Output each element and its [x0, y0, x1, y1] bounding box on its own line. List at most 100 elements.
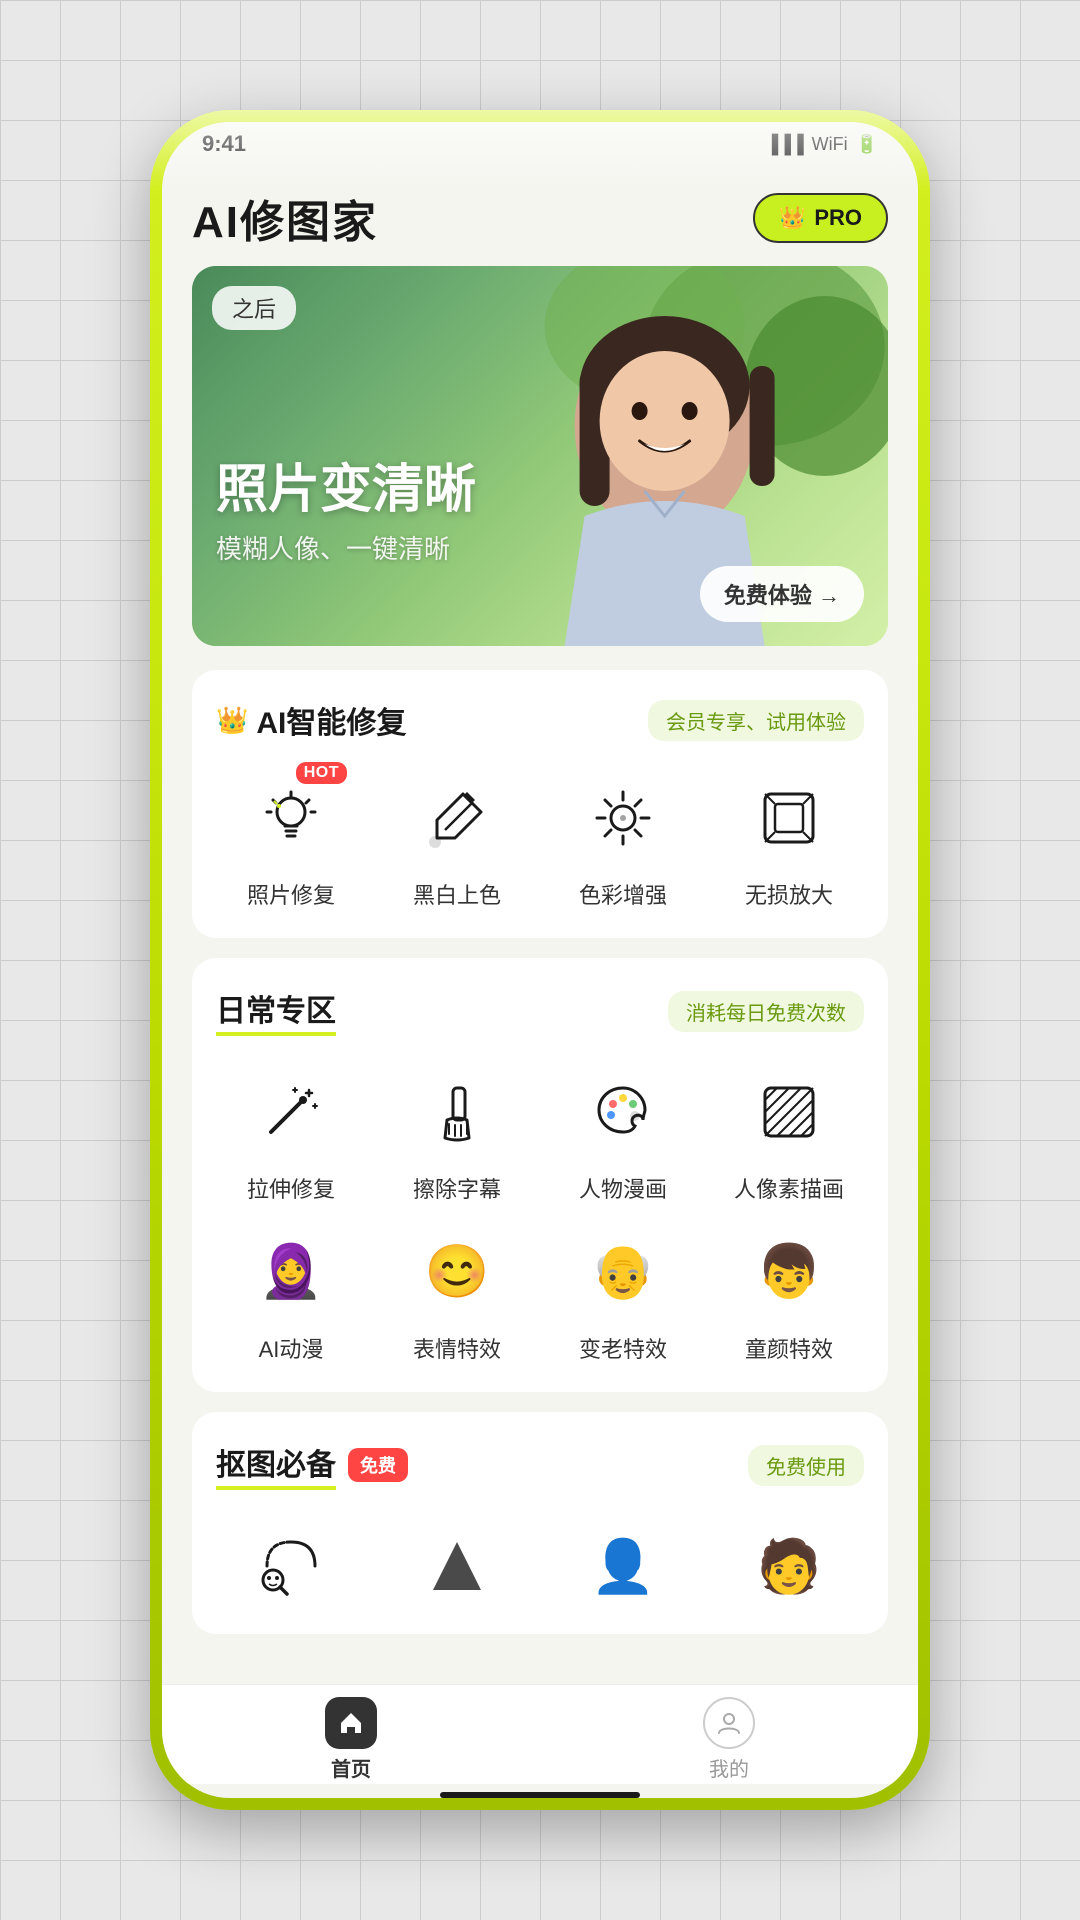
old-emoji: 👴 [575, 1224, 671, 1320]
enhance-label: 色彩增强 [579, 878, 667, 910]
cutout-icon-4: 🧑 [741, 1518, 837, 1614]
crown-icon: 👑 [779, 205, 806, 231]
feature-photo-repair[interactable]: HOT 照片修复 [216, 770, 366, 910]
daily-section-header: 日常专区 消耗每日免费次数 [216, 986, 864, 1036]
pro-text: PRO [814, 205, 862, 231]
daily-section-title: 日常专区 [216, 986, 336, 1036]
feature-enlarge[interactable]: 无损放大 [714, 770, 864, 910]
triangle-icon [425, 1534, 489, 1598]
cutout-item-3[interactable]: 👤 [548, 1518, 698, 1614]
daily-feature-grid-row1: 拉伸修复 [216, 1064, 864, 1204]
anime-icon-wrap: 🧕 [243, 1224, 339, 1320]
ai-section-title-row: 👑 AI智能修复 [216, 698, 406, 742]
banner-subtitle: 模糊人像、一键清晰 [216, 529, 476, 566]
ai-section-title: AI智能修复 [256, 698, 406, 742]
cutout-item-4[interactable]: 🧑 [714, 1518, 864, 1614]
me-icon [703, 1697, 755, 1749]
feature-young[interactable]: 👦 童颜特效 [714, 1224, 864, 1364]
sketch-icon [757, 1080, 821, 1144]
tab-me-label: 我的 [709, 1753, 749, 1782]
ai-section-header: 👑 AI智能修复 会员专享、试用体验 [216, 698, 864, 742]
stretch-icon [259, 1080, 323, 1144]
feature-erase[interactable]: 擦除字幕 [382, 1064, 532, 1204]
emotion-label: 表情特效 [413, 1332, 501, 1364]
cutout-icon-1 [243, 1518, 339, 1614]
tab-me-icon-wrap [703, 1697, 755, 1749]
phone-screen: 9:41 ▐▐▐ WiFi 🔋 AI修图家 👑 PRO [162, 122, 918, 1798]
status-time: 9:41 [202, 131, 246, 157]
cutout-icon-2 [409, 1518, 505, 1614]
erase-label: 擦除字幕 [413, 1172, 501, 1204]
feature-colorize[interactable]: 黑白上色 [382, 770, 532, 910]
cutout-title-wrap: 抠图必备 免费 [216, 1440, 408, 1490]
cutout-section-title: 抠图必备 [216, 1440, 336, 1490]
signal-icon: ▐▐▐ [765, 134, 803, 155]
comic-label: 人物漫画 [579, 1172, 667, 1204]
bulb-icon [259, 786, 323, 850]
banner-main-title: 照片变清晰 [216, 459, 476, 521]
young-label: 童颜特效 [745, 1332, 833, 1364]
expand-icon [757, 786, 821, 850]
cutout-section-header: 抠图必备 免费 免费使用 [216, 1440, 864, 1490]
tab-home-icon-wrap [325, 1697, 377, 1749]
enlarge-icon-wrap [741, 770, 837, 866]
daily-section-badge: 消耗每日免费次数 [668, 991, 864, 1032]
ai-feature-grid: HOT 照片修复 [216, 770, 864, 910]
daily-title-wrap: 日常专区 [216, 986, 336, 1036]
hot-badge: HOT [296, 762, 347, 784]
feature-comic[interactable]: 人物漫画 [548, 1064, 698, 1204]
old-label: 变老特效 [579, 1332, 667, 1364]
home-icon [325, 1697, 377, 1749]
feature-sketch[interactable]: 人像素描画 [714, 1064, 864, 1204]
cutout-icon-3: 👤 [575, 1518, 671, 1614]
emotion-icon-wrap: 😊 [409, 1224, 505, 1320]
anime-emoji: 🧕 [243, 1224, 339, 1320]
app-title: AI修图家 [192, 186, 378, 250]
erase-icon-wrap [409, 1064, 505, 1160]
ai-crown-icon: 👑 [216, 705, 248, 736]
cutout-item-2[interactable] [382, 1518, 532, 1614]
ai-section-card: 👑 AI智能修复 会员专享、试用体验 [192, 670, 888, 938]
young-emoji: 👦 [741, 1224, 837, 1320]
cutout-section-badge: 免费使用 [748, 1445, 864, 1486]
sun-icon [591, 786, 655, 850]
enhance-icon-wrap [575, 770, 671, 866]
free-tag: 免费 [348, 1448, 408, 1482]
old-icon-wrap: 👴 [575, 1224, 671, 1320]
status-icons: ▐▐▐ WiFi 🔋 [765, 134, 878, 155]
banner-cta-button[interactable]: 免费体验 → [700, 566, 864, 622]
cutout-section-card: 抠图必备 免费 免费使用 [192, 1412, 888, 1634]
sketch-label: 人像素描画 [734, 1172, 844, 1204]
comic-icon [591, 1080, 655, 1144]
head-emoji: 👤 [575, 1518, 671, 1614]
enlarge-label: 无损放大 [745, 878, 833, 910]
ai-section-badge: 会员专享、试用体验 [648, 700, 864, 741]
tab-bar: 首页 我的 [162, 1684, 918, 1784]
feature-old[interactable]: 👴 变老特效 [548, 1224, 698, 1364]
pro-badge[interactable]: 👑 PRO [753, 193, 888, 243]
feature-enhance[interactable]: 色彩增强 [548, 770, 698, 910]
photo-repair-icon-wrap: HOT [243, 770, 339, 866]
colorize-label: 黑白上色 [413, 878, 501, 910]
face-outline-icon [259, 1534, 323, 1598]
emotion-emoji: 😊 [409, 1224, 505, 1320]
tab-home[interactable]: 首页 [162, 1697, 540, 1782]
colorize-icon-wrap [409, 770, 505, 866]
paint-icon [425, 786, 489, 850]
phone-border: 9:41 ▐▐▐ WiFi 🔋 AI修图家 👑 PRO [150, 110, 930, 1810]
scroll-content[interactable]: AI修图家 👑 PRO [162, 166, 918, 1684]
person-emoji: 🧑 [741, 1518, 837, 1614]
feature-emotion[interactable]: 😊 表情特效 [382, 1224, 532, 1364]
feature-stretch[interactable]: 拉伸修复 [216, 1064, 366, 1204]
stretch-label: 拉伸修复 [247, 1172, 335, 1204]
tab-me[interactable]: 我的 [540, 1697, 918, 1782]
daily-feature-grid-row2: 🧕 AI动漫 😊 表情特效 [216, 1224, 864, 1364]
comic-icon-wrap [575, 1064, 671, 1160]
banner-card[interactable]: 之后 照片变清晰 模糊人像、一键清晰 免费体验 → [192, 266, 888, 646]
app-header: AI修图家 👑 PRO [192, 166, 888, 266]
wifi-icon: WiFi [812, 134, 848, 155]
cutout-item-1[interactable] [216, 1518, 366, 1614]
daily-section-card: 日常专区 消耗每日免费次数 [192, 958, 888, 1392]
banner-after-label: 之后 [212, 286, 296, 330]
feature-anime[interactable]: 🧕 AI动漫 [216, 1224, 366, 1364]
